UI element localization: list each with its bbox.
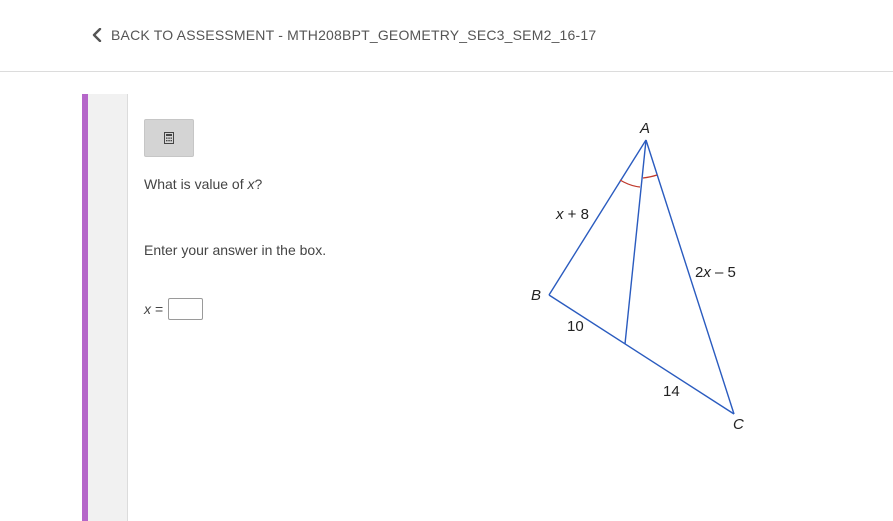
vertex-a-label: A: [639, 120, 650, 137]
vertex-c-label: C: [733, 416, 744, 433]
angle-mark-right: [642, 174, 658, 179]
vertex-b-label: B: [531, 287, 541, 304]
segment-dc-label: 14: [663, 383, 680, 400]
side-ab-rest: + 8: [564, 206, 589, 223]
side-ab-label: x + 8: [555, 206, 589, 223]
triangle-figure: A B C x + 8 2x – 5 10 14: [531, 120, 744, 433]
side-ac-coefficient: 2: [695, 264, 703, 281]
side-bc: [548, 294, 735, 415]
angle-marks: [619, 174, 658, 188]
angle-mark-left: [619, 179, 641, 188]
segment-bd-label: 10: [567, 318, 584, 335]
side-ac-label: 2x – 5: [695, 264, 736, 281]
side-ac-rest: – 5: [711, 264, 736, 281]
angle-bisector: [624, 139, 647, 345]
